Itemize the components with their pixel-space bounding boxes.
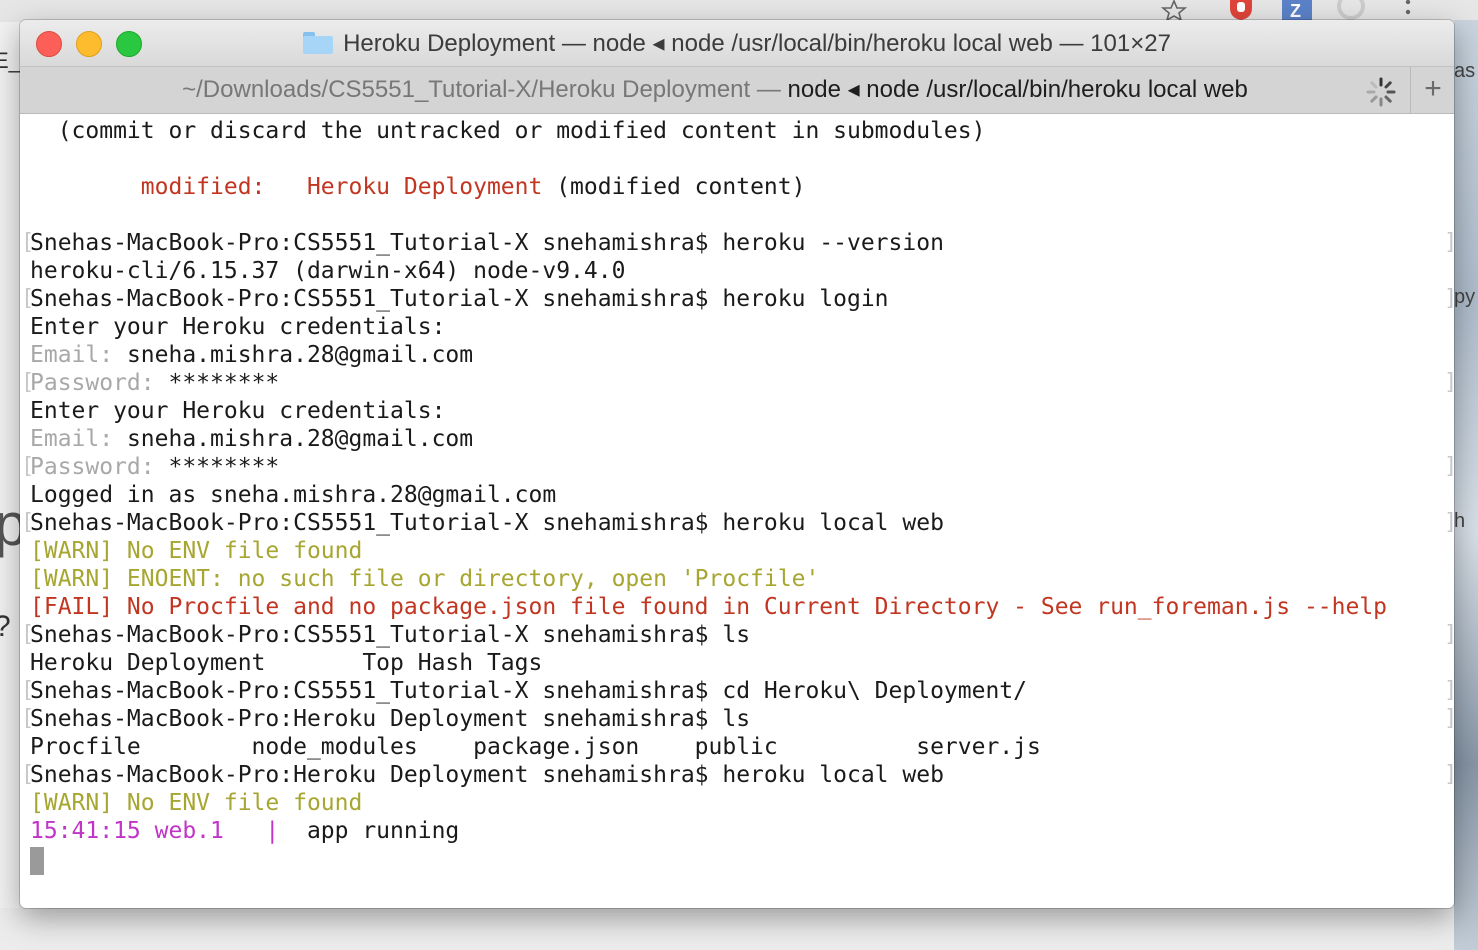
terminal-line: Enter your Heroku credentials:: [30, 313, 445, 341]
terminal-text: ********: [168, 370, 280, 396]
browser-menu-icon[interactable]: [1398, 0, 1418, 20]
window-title-text: Heroku Deployment — node ◂ node /usr/loc…: [343, 30, 1171, 57]
terminal-line: Snehas-MacBook-Pro:CS5551_Tutorial-X sne…: [30, 509, 944, 537]
terminal-text: Password:: [30, 454, 169, 480]
background-text-fragment: E_: [0, 48, 21, 73]
svg-text:Z: Z: [1290, 1, 1301, 20]
terminal-tab[interactable]: ~/Downloads/CS5551_Tutorial-X/Heroku Dep…: [20, 67, 1410, 113]
terminal-line: Email: sneha.mishra.28@gmail.com: [30, 425, 473, 453]
terminal-text: [FAIL] No Procfile and no package.json f…: [30, 594, 1388, 620]
terminal-text: heroku-cli/6.15.37 (darwin-x64) node-v9.…: [30, 258, 626, 284]
terminal-text: Enter your Heroku credentials:: [30, 398, 446, 424]
prompt-mark-bracket: ]: [1444, 761, 1454, 789]
terminal-text: sneha.mishra.28@gmail.com: [126, 342, 474, 368]
prompt-mark-bracket: [: [21, 454, 35, 479]
prompt-mark-bracket: ]: [1444, 677, 1454, 705]
text-cursor: [30, 847, 44, 875]
terminal-text: sneha.mishra.28@gmail.com: [126, 426, 474, 452]
terminal-text: Password:: [30, 370, 169, 396]
tab-path: ~/Downloads/CS5551_Tutorial-X/Heroku Dep…: [182, 76, 788, 103]
title-bar[interactable]: Heroku Deployment — node ◂ node /usr/loc…: [20, 20, 1454, 66]
terminal-line: Snehas-MacBook-Pro:CS5551_Tutorial-X sne…: [30, 229, 944, 257]
prompt-mark-bracket: ]: [1444, 621, 1454, 649]
terminal-text: Snehas-MacBook-Pro:CS5551_Tutorial-X sne…: [30, 230, 944, 256]
terminal-text: Snehas-MacBook-Pro:CS5551_Tutorial-X sne…: [30, 678, 1027, 704]
terminal-line: Enter your Heroku credentials:: [30, 397, 445, 425]
terminal-text: Snehas-MacBook-Pro:Heroku Deployment sne…: [30, 762, 944, 788]
desktop-wallpaper: as py h: [1454, 20, 1478, 950]
terminal-text: Heroku Deployment Top Hash Tags: [30, 650, 543, 676]
prompt-mark-bracket: [: [21, 286, 35, 311]
terminal-line: Heroku Deployment Top Hash Tags: [30, 649, 542, 677]
terminal-window: Heroku Deployment — node ◂ node /usr/loc…: [20, 20, 1454, 908]
prompt-mark-bracket: ]: [1444, 705, 1454, 733]
terminal-output[interactable]: (commit or discard the untracked or modi…: [20, 113, 1454, 908]
terminal-text: Snehas-MacBook-Pro:CS5551_Tutorial-X sne…: [30, 510, 944, 536]
terminal-text: ********: [168, 454, 280, 480]
background-browser-toolbar: Z: [0, 0, 1478, 22]
terminal-text: Email:: [30, 342, 127, 368]
terminal-text: [WARN] ENOENT: no such file or directory…: [30, 566, 820, 592]
background-text-fragment: h: [1454, 510, 1466, 532]
terminal-line: Password: ********: [30, 453, 279, 481]
terminal-text: Enter your Heroku credentials:: [30, 314, 446, 340]
terminal-line: Procfile node_modules package.json publi…: [30, 733, 1041, 761]
background-text-fragment: ?: [0, 610, 11, 644]
bookmark-star-icon[interactable]: [1160, 0, 1188, 22]
background-text-fragment: py: [1454, 286, 1476, 308]
terminal-line: Logged in as sneha.mishra.28@gmail.com: [30, 481, 556, 509]
terminal-text: modified: Heroku Deployment: [30, 174, 543, 200]
terminal-line: modified: Heroku Deployment (modified co…: [30, 173, 806, 201]
terminal-text: Email:: [30, 426, 127, 452]
prompt-mark-bracket: [: [21, 622, 35, 647]
terminal-line: Snehas-MacBook-Pro:CS5551_Tutorial-X sne…: [30, 285, 889, 313]
prompt-mark-bracket: [: [21, 370, 35, 395]
terminal-line: Snehas-MacBook-Pro:Heroku Deployment sne…: [30, 761, 944, 789]
tab-process: node ◂ node /usr/local/bin/heroku local …: [787, 76, 1248, 103]
terminal-line: Snehas-MacBook-Pro:CS5551_Tutorial-X sne…: [30, 621, 750, 649]
extension-circle-icon[interactable]: [1336, 0, 1366, 20]
terminal-text: (commit or discard the untracked or modi…: [30, 118, 986, 144]
extension-z-icon[interactable]: Z: [1282, 0, 1312, 21]
terminal-line: Email: sneha.mishra.28@gmail.com: [30, 341, 473, 369]
terminal-line: [WARN] ENOENT: no such file or directory…: [30, 565, 819, 593]
prompt-mark-bracket: ]: [1444, 285, 1454, 313]
prompt-mark-bracket: ]: [1444, 369, 1454, 397]
prompt-mark-bracket: ]: [1444, 509, 1454, 537]
terminal-text: [WARN] No ENV file found: [30, 538, 363, 564]
terminal-text: Logged in as sneha.mishra.28@gmail.com: [30, 482, 557, 508]
terminal-line: [WARN] No ENV file found: [30, 537, 362, 565]
terminal-line: Password: ********: [30, 369, 279, 397]
terminal-text: [WARN] No ENV file found: [30, 790, 363, 816]
terminal-text: Snehas-MacBook-Pro:CS5551_Tutorial-X sne…: [30, 622, 751, 648]
window-title: Heroku Deployment — node ◂ node /usr/loc…: [20, 29, 1454, 58]
prompt-mark-bracket: [: [21, 762, 35, 787]
prompt-mark-bracket: [: [21, 510, 35, 535]
folder-icon: [303, 32, 334, 54]
terminal-line: [WARN] No ENV file found: [30, 789, 362, 817]
new-tab-button[interactable]: +: [1410, 67, 1454, 113]
terminal-line: Snehas-MacBook-Pro:Heroku Deployment sne…: [30, 705, 750, 733]
terminal-line: (commit or discard the untracked or modi…: [30, 117, 986, 145]
prompt-mark-bracket: [: [21, 678, 35, 703]
terminal-line: 15:41:15 web.1 | app running: [30, 817, 459, 845]
terminal-text: Snehas-MacBook-Pro:Heroku Deployment sne…: [30, 706, 751, 732]
prompt-mark-bracket: [: [21, 706, 35, 731]
background-browser-footer: [0, 908, 1454, 950]
prompt-mark-bracket: [: [21, 230, 35, 255]
terminal-text: app running: [279, 818, 460, 844]
terminal-text: 15:41:15 web.1 |: [30, 818, 280, 844]
background-text-fragment: as: [1454, 60, 1476, 82]
prompt-mark-bracket: ]: [1444, 229, 1454, 257]
activity-spinner-icon: [1366, 77, 1396, 107]
terminal-text: Procfile node_modules package.json publi…: [30, 734, 1041, 760]
terminal-text: Snehas-MacBook-Pro:CS5551_Tutorial-X sne…: [30, 286, 889, 312]
prompt-mark-bracket: ]: [1444, 453, 1454, 481]
terminal-line: Snehas-MacBook-Pro:CS5551_Tutorial-X sne…: [30, 677, 1027, 705]
terminal-line: heroku-cli/6.15.37 (darwin-x64) node-v9.…: [30, 257, 625, 285]
extension-shield-icon[interactable]: [1226, 0, 1256, 20]
terminal-text: (modified content): [542, 174, 806, 200]
terminal-line: [FAIL] No Procfile and no package.json f…: [30, 593, 1387, 621]
tab-bar: ~/Downloads/CS5551_Tutorial-X/Heroku Dep…: [20, 66, 1454, 114]
